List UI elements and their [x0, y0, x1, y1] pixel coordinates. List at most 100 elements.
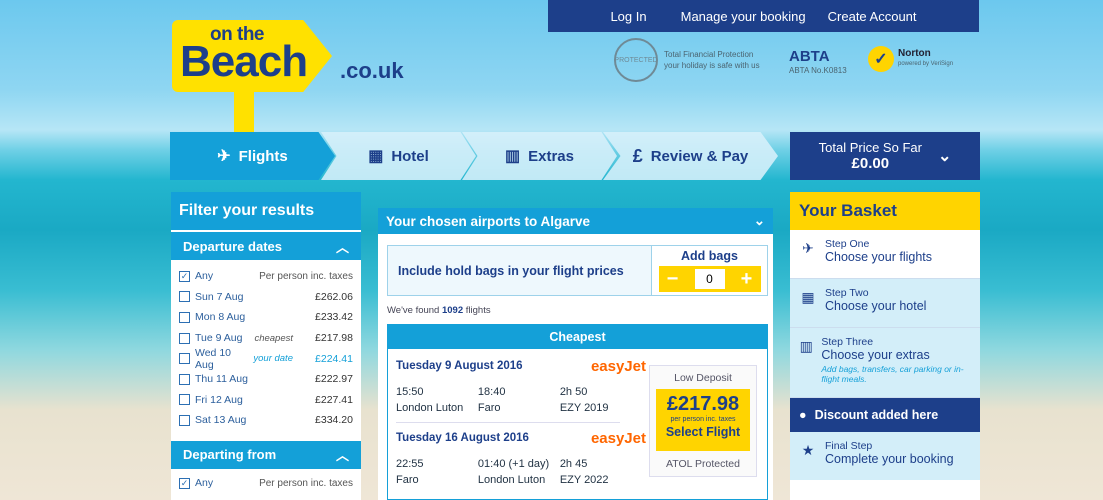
hold-bags-box: Include hold bags in your flight prices … [387, 245, 768, 296]
manage-booking-link[interactable]: Manage your booking [681, 9, 806, 24]
checkbox-any-date[interactable]: ✓ [179, 270, 190, 282]
create-account-link[interactable]: Create Account [828, 9, 917, 24]
basket-step-final[interactable]: ★ Final Step Complete your booking [790, 432, 980, 480]
chevron-down-icon: ⌄ [753, 213, 765, 228]
inbound-to: London Luton [477, 474, 546, 486]
norton-check-icon: ✓ [868, 46, 894, 72]
total-price-label: Total Price So Far [818, 140, 922, 155]
norton-sub: powered by VeriSign [898, 61, 954, 67]
inbound-leg: Tuesday 16 August 2016 easyJet 22:55 01:… [396, 430, 646, 486]
checkbox-date[interactable] [179, 291, 190, 303]
found-count: 1092 [441, 305, 464, 316]
basket-panel: Your Basket ✈ Step One Choose your fligh… [790, 192, 980, 500]
atol-label: ATOL Protected [666, 458, 740, 470]
step-flights-label: Flights [238, 147, 288, 165]
date-label: Mon 8 Aug [195, 311, 246, 324]
found-post: flights [465, 305, 491, 316]
abta-logo: ABTA [789, 48, 830, 65]
abta-badge: ABTA ABTA No.K0813 [789, 48, 847, 76]
login-link[interactable]: Log In [610, 9, 646, 24]
airline-logo: easyJet [590, 358, 646, 375]
departing-from-toggle[interactable]: Departing from ︿ [171, 440, 361, 469]
outbound-flight-number: EZY 2019 [559, 402, 609, 414]
date-note: your date [253, 353, 293, 365]
hotel-icon: ▦ [368, 148, 384, 165]
step-hotel[interactable]: ▦ Hotel [321, 132, 476, 180]
basket-step-flights[interactable]: ✈ Step One Choose your flights [790, 230, 980, 279]
departure-any-row: ✓ Any Per person inc. taxes [179, 266, 353, 287]
per-person-label: Per person inc. taxes [259, 477, 353, 489]
chevron-down-icon: ⌄ [937, 148, 952, 165]
date-row: Sat 13 Aug £334.20 [179, 410, 353, 431]
results-panel: Your chosen airports to Algarve ⌄ Includ… [378, 208, 773, 500]
results-header[interactable]: Your chosen airports to Algarve ⌄ [378, 208, 773, 234]
inbound-dep-time: 22:55 [396, 458, 424, 470]
basket-step-extras[interactable]: ▥ Step Three Choose your extras Add bags… [790, 328, 980, 398]
step-hotel-label: Hotel [391, 147, 429, 165]
logo-post [234, 90, 254, 132]
pound-icon: £ [632, 145, 643, 166]
cheapest-card: Cheapest Tuesday 9 August 2016 easyJet 1… [387, 324, 768, 500]
basket-step-hotel[interactable]: ▦ Step Two Choose your hotel [790, 279, 980, 328]
cheapest-title: Cheapest [388, 325, 767, 349]
abta-number: ABTA No.K0813 [789, 66, 847, 75]
basket-final-text: Complete your booking [825, 452, 954, 466]
found-pre: We've found [387, 305, 440, 316]
basket-step-label: Step One [825, 238, 870, 250]
checkbox-date[interactable] [179, 311, 190, 323]
basket-step-text: Choose your extras [821, 348, 930, 362]
step-review-pay[interactable]: £ Review & Pay [603, 132, 778, 180]
minus-button[interactable]: − [665, 269, 681, 289]
outbound-from: London Luton [396, 402, 464, 414]
step-extras[interactable]: ▥ Extras [462, 132, 617, 180]
tfp-title: Total Financial Protection [664, 50, 754, 59]
date-row: Wed 10 Aug your date £224.41 [179, 347, 353, 371]
plus-button[interactable]: + [739, 269, 755, 289]
tfp-badge: PROTECTED Total Financial Protection you… [614, 38, 760, 82]
chevron-up-icon: ︿ [335, 239, 349, 255]
plane-icon: ✈ [217, 148, 231, 165]
date-label: Sat 13 Aug [195, 414, 247, 427]
date-price: £233.42 [315, 311, 353, 324]
departure-dates-toggle[interactable]: Departure dates ︿ [171, 232, 361, 260]
leg-divider [396, 422, 620, 423]
logo-domain: .co.uk [340, 58, 404, 83]
date-label: Fri 12 Aug [195, 393, 243, 406]
date-row: Tue 9 Aug cheapest £217.98 [179, 328, 353, 349]
flight-price: £217.98 [666, 393, 740, 415]
per-person-note: per person inc. taxes [670, 416, 736, 423]
checkbox-date[interactable] [179, 332, 190, 344]
date-price: £334.20 [315, 414, 353, 427]
departure-dates-title: Departure dates [183, 238, 282, 254]
bags-stepper: − + [658, 266, 761, 292]
booking-steps: ✈ Flights ▦ Hotel ▥ Extras £ Review & Pa… [170, 132, 980, 180]
inbound-flight-number: EZY 2022 [559, 474, 609, 486]
inbound-arr-time: 01:40 (+1 day) [477, 458, 550, 470]
checkbox-date[interactable] [179, 394, 190, 406]
hold-bags-text: Include hold bags in your flight prices [398, 263, 624, 278]
date-row: Mon 8 Aug £233.42 [179, 307, 353, 328]
checkbox-date[interactable] [179, 414, 190, 426]
hotel-icon: ▦ [801, 289, 815, 305]
top-nav: Log In Manage your booking Create Accoun… [548, 0, 979, 32]
discount-text: Discount added here [814, 408, 939, 422]
inbound-from: Faro [396, 474, 419, 486]
results-title: Your chosen airports to Algarve [386, 213, 591, 229]
basket-step-label: Step Two [825, 287, 869, 299]
checkbox-date[interactable] [179, 353, 190, 365]
checkbox-any-airport[interactable]: ✓ [179, 477, 190, 489]
piggy-bank-icon: ● [799, 408, 807, 422]
basket-title: Your Basket [790, 192, 980, 230]
checkbox-date[interactable] [179, 373, 190, 385]
norton-label: Norton [898, 48, 931, 59]
total-price[interactable]: Total Price So Far £0.00 ⌄ [790, 132, 980, 180]
low-deposit-label: Low Deposit [674, 372, 732, 384]
filter-title: Filter your results [171, 192, 361, 230]
step-flights[interactable]: ✈ Flights [170, 132, 335, 180]
date-price: £217.98 [315, 332, 353, 345]
select-flight-button[interactable]: £217.98 per person inc. taxes Select Fli… [656, 389, 750, 451]
tfp-seal-icon: PROTECTED [614, 38, 658, 82]
site-logo[interactable]: on the Beach [172, 20, 332, 132]
norton-badge: ✓ Norton powered by VeriSign [868, 46, 953, 72]
bags-count-input[interactable] [694, 269, 725, 289]
